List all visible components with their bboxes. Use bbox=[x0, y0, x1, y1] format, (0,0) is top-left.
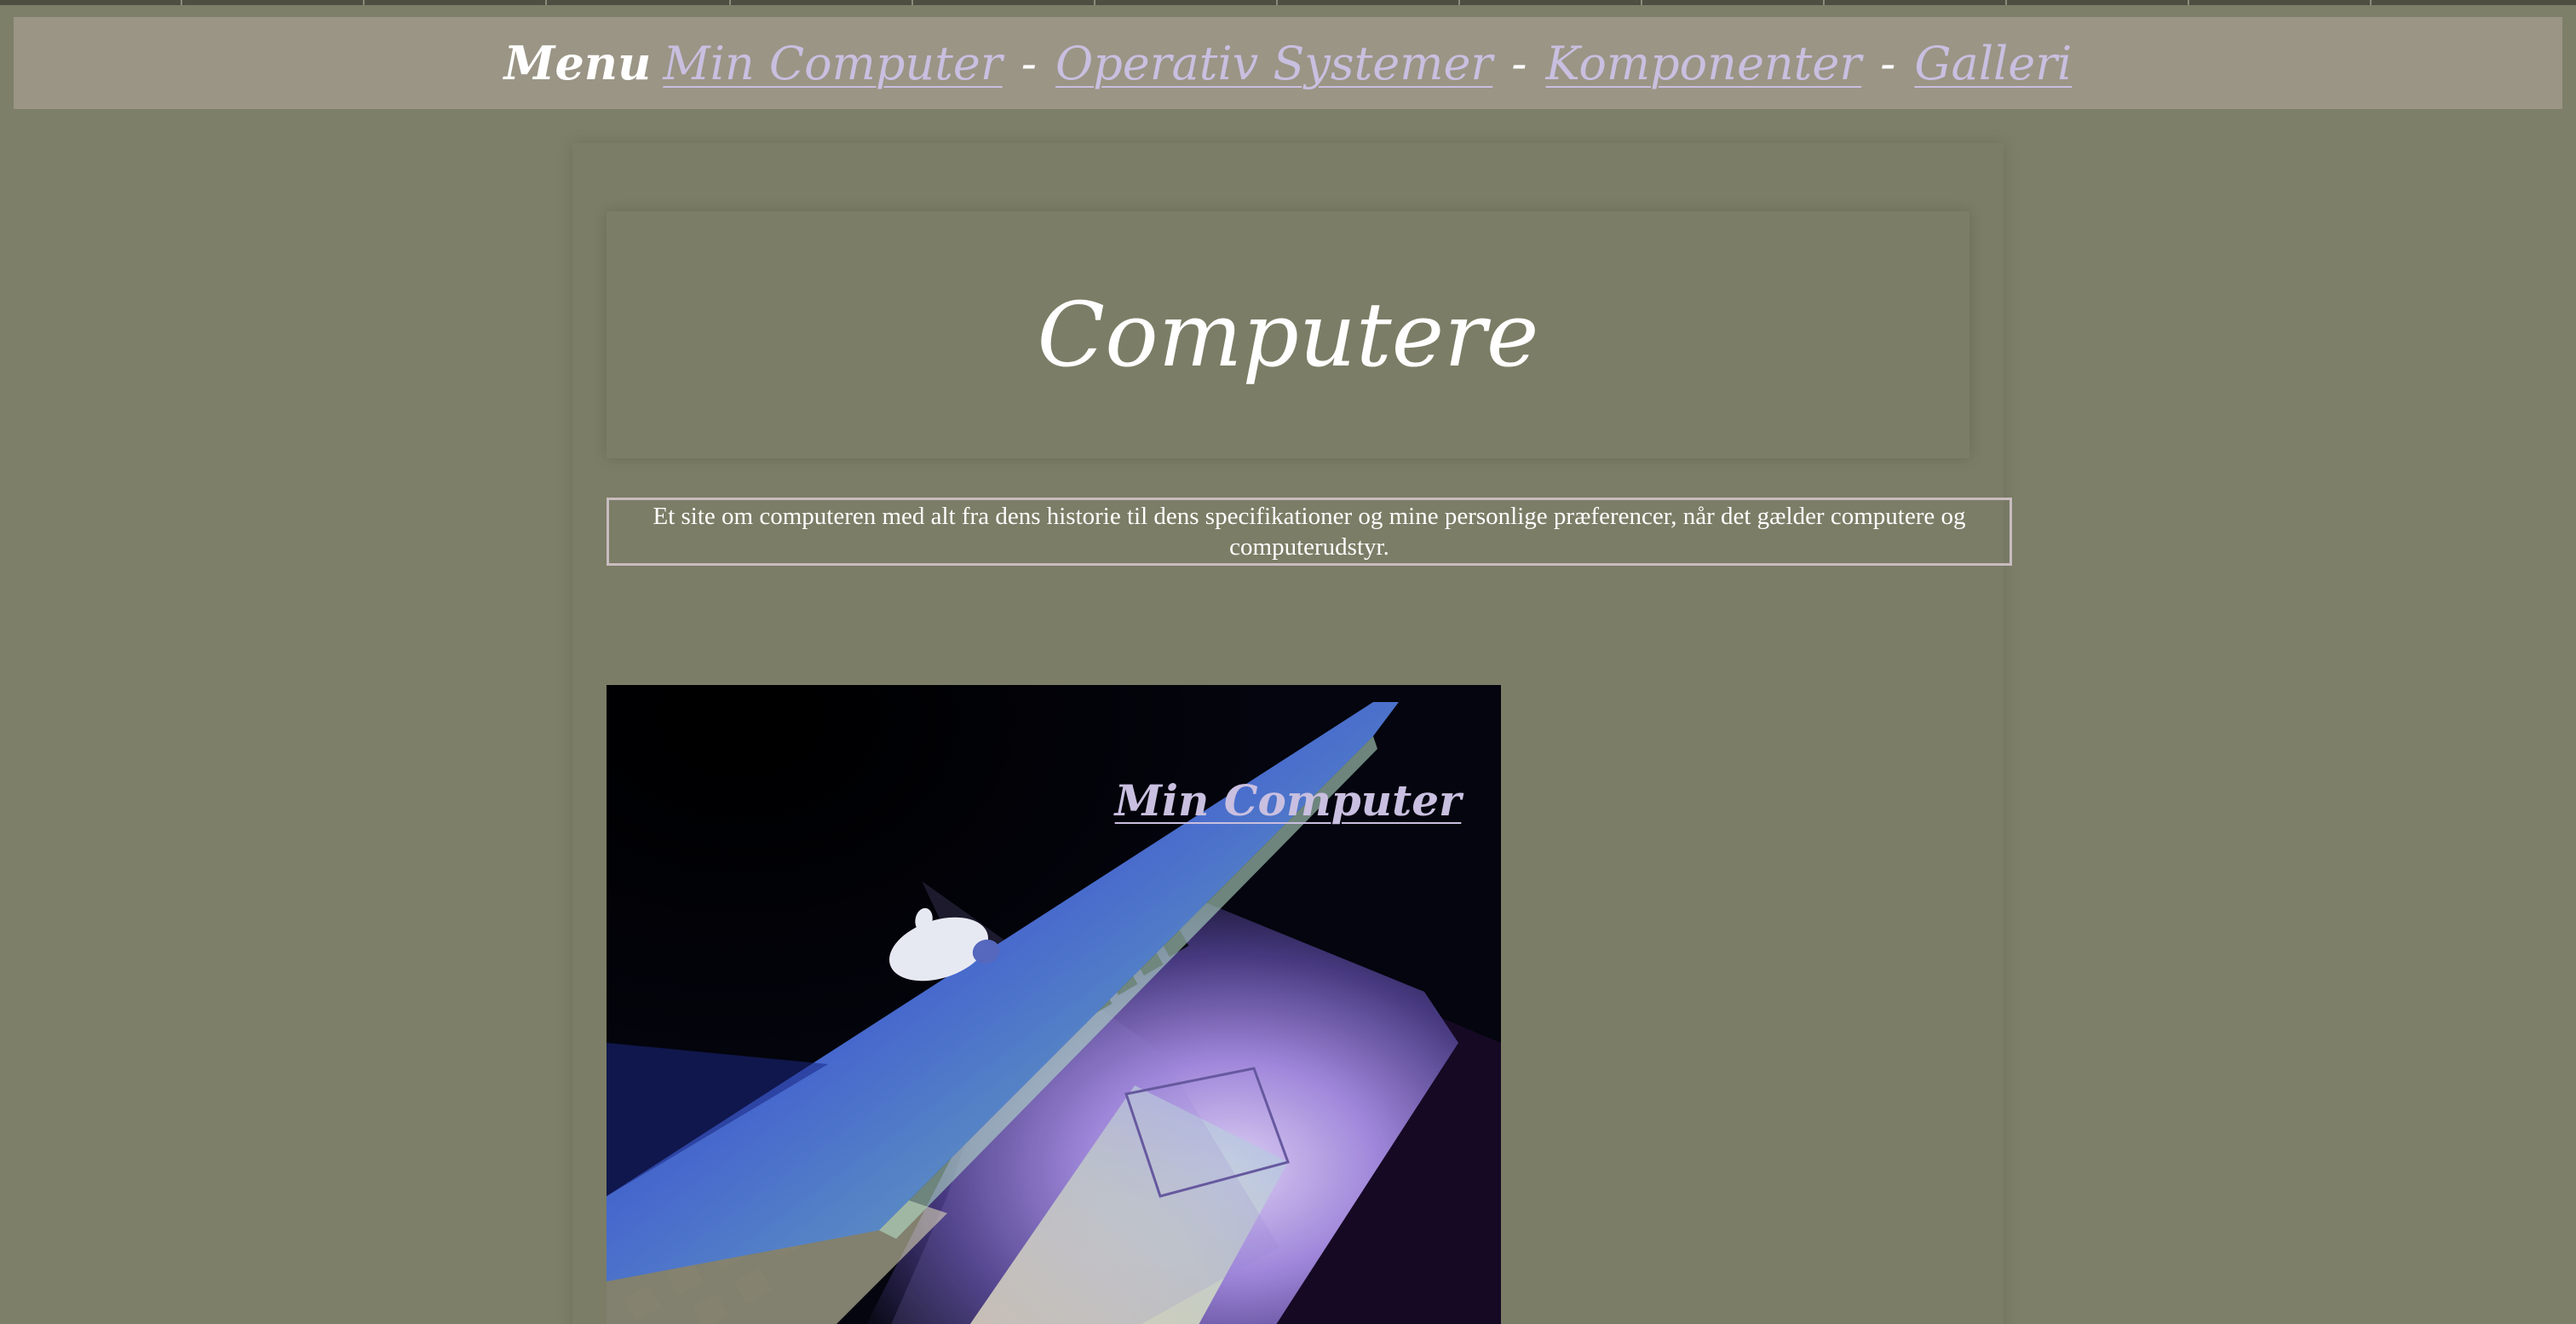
nav-link-komponenter[interactable]: Komponenter bbox=[1545, 37, 1861, 90]
nav-separator: - bbox=[1021, 36, 1037, 90]
main-content-panel: Computere Et site om computeren med alt … bbox=[572, 143, 2012, 1324]
intro-text-box: Et site om computeren med alt fra dens h… bbox=[607, 498, 2012, 566]
intro-text: Et site om computeren med alt fra dens h… bbox=[653, 503, 1966, 561]
page-title: Computere bbox=[1037, 283, 1539, 387]
nav-link-operativ-systemer[interactable]: Operativ Systemer bbox=[1055, 37, 1492, 90]
page-header: Computere bbox=[607, 211, 1969, 458]
nav-link-min-computer[interactable]: Min Computer bbox=[663, 37, 1002, 90]
browser-tab-strip bbox=[0, 0, 2576, 5]
top-menu-bar: Menu Min Computer - Operativ Systemer - … bbox=[14, 17, 2562, 109]
nav-separator: - bbox=[1880, 36, 1896, 90]
section-heading: Min Computer bbox=[607, 775, 1969, 826]
nav-link-galleri[interactable]: Galleri bbox=[1914, 37, 2072, 90]
nav-separator: - bbox=[1511, 36, 1527, 90]
menu-title: Menu bbox=[503, 36, 652, 90]
min-computer-heading-link[interactable]: Min Computer bbox=[1115, 775, 1462, 826]
